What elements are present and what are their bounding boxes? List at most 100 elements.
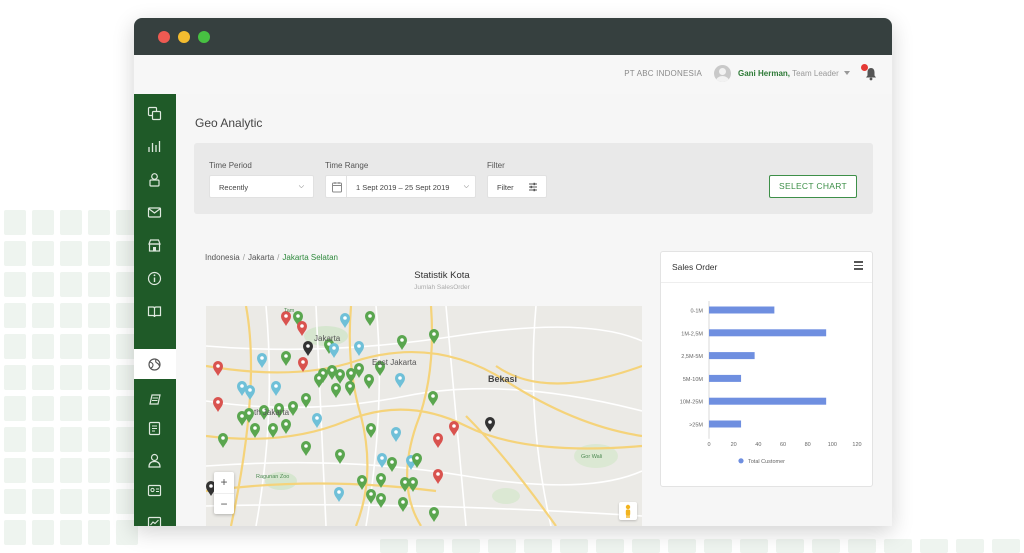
bar[interactable] [709, 374, 742, 382]
background-square [88, 427, 110, 452]
background-square [812, 539, 840, 553]
time-period-select[interactable]: Recently ⌵ [209, 175, 314, 198]
map-label-bekasi: Bekasi [488, 374, 518, 384]
background-square [4, 427, 26, 452]
background-square [956, 539, 984, 553]
sidebar-item-analytics[interactable] [134, 131, 176, 161]
chevron-down-icon: ⌵ [463, 183, 469, 190]
browser-window: PT ABC INDONESIA Gani Herman, Team Leade… [134, 18, 892, 526]
bar[interactable] [709, 420, 742, 428]
filter-button[interactable]: Filter [487, 175, 547, 198]
avatar[interactable] [714, 65, 731, 82]
bar[interactable] [709, 397, 827, 405]
person-icon [148, 453, 161, 468]
y-tick-label: 2,5M-5M [681, 354, 703, 360]
background-square [88, 458, 110, 483]
map-label-taman: Tam [284, 308, 295, 314]
background-square [32, 241, 54, 266]
background-square [452, 539, 480, 553]
sidebar-item-book[interactable] [134, 296, 176, 326]
calendar-icon [332, 182, 342, 193]
zoom-in-button[interactable]: + [214, 472, 234, 494]
bar[interactable] [709, 329, 827, 337]
user-menu[interactable]: Gani Herman, Team Leader [738, 69, 839, 78]
background-square [596, 539, 624, 553]
background-square [60, 427, 82, 452]
chevron-down-icon: ⌵ [298, 183, 304, 190]
x-tick-label: 40 [755, 442, 761, 448]
time-period-value: Recently [219, 183, 249, 192]
sidebar-item-documents[interactable] [134, 413, 176, 443]
chevron-down-icon[interactable] [844, 71, 850, 75]
bar-chart: 0-1M 1M-2,5M 2,5M-5M 5M-10M 10M-25M >25M 0 20 40… [680, 301, 862, 465]
x-tick-label: 20 [731, 442, 737, 448]
sidebar-item-people[interactable] [134, 445, 176, 475]
breadcrumb-separator: / [242, 253, 245, 262]
book-icon [147, 306, 162, 318]
street-view-button[interactable] [619, 502, 637, 520]
sidebar-item-store[interactable] [134, 230, 176, 260]
sidebar-item-finance[interactable] [134, 384, 176, 414]
sidebar-item-copy[interactable] [134, 98, 176, 128]
calendar-button[interactable] [325, 175, 347, 198]
breadcrumb-item-jakarta[interactable]: Jakarta [248, 253, 274, 262]
background-square [776, 539, 804, 553]
notification-badge [861, 64, 868, 71]
store-icon [148, 239, 161, 252]
background-square [32, 489, 54, 514]
select-chart-button[interactable]: SELECT CHART [769, 175, 857, 198]
map-label-jakarta: Jakarta [314, 334, 341, 343]
document-icon [148, 421, 161, 436]
map-label-south-jakarta: th Jakarta [254, 408, 290, 417]
filter-panel: Time Period Recently ⌵ Time Range 1 Sept… [194, 143, 873, 214]
background-square [884, 539, 912, 553]
background-square [32, 396, 54, 421]
time-range-select[interactable]: 1 Sept 2019 – 25 Sept 2019 ⌵ [347, 175, 476, 198]
user-lock-icon [149, 173, 160, 187]
background-square [60, 458, 82, 483]
sidebar-item-reports[interactable] [134, 507, 176, 526]
background-square [60, 210, 82, 235]
time-range-value: 1 Sept 2019 – 25 Sept 2019 [356, 183, 450, 192]
map-label-ragunan: Ragunan Zoo [256, 474, 290, 480]
user-name: Gani Herman, [738, 69, 791, 78]
money-icon [149, 394, 161, 405]
time-period-label: Time Period [209, 161, 252, 170]
background-square [4, 520, 26, 545]
y-tick-label: 0-1M [690, 309, 703, 315]
background-square [88, 489, 110, 514]
background-square [60, 303, 82, 328]
breadcrumb-item-jakarta-selatan: Jakarta Selatan [282, 253, 338, 262]
background-square [4, 303, 26, 328]
map-view[interactable]: Jakarta East Jakarta Bekasi th Jakarta R… [206, 306, 642, 526]
background-square [416, 539, 444, 553]
sidebar-item-users[interactable] [134, 164, 176, 194]
sidebar-item-mail[interactable] [134, 197, 176, 227]
background-square [4, 458, 26, 483]
background-pattern-bottom [380, 525, 1020, 553]
breadcrumb-item-indonesia[interactable]: Indonesia [205, 253, 240, 262]
background-square [4, 396, 26, 421]
x-tick-label: 80 [805, 442, 811, 448]
background-square [88, 241, 110, 266]
sidebar-item-geo-analytic[interactable] [134, 349, 176, 379]
maximize-window-button[interactable] [198, 31, 210, 43]
sidebar-item-contacts[interactable] [134, 475, 176, 505]
minimize-window-button[interactable] [178, 31, 190, 43]
bar[interactable] [709, 352, 755, 360]
sidebar-item-info[interactable] [134, 263, 176, 293]
breadcrumb: Indonesia / Jakarta / Jakarta Selatan [205, 253, 338, 262]
background-square [60, 334, 82, 359]
mail-icon [147, 207, 162, 218]
background-square [88, 272, 110, 297]
background-square [704, 539, 732, 553]
background-square [632, 539, 660, 553]
background-square [32, 334, 54, 359]
close-window-button[interactable] [158, 31, 170, 43]
zoom-out-button[interactable]: − [214, 494, 234, 515]
y-tick-label: 10M-25M [680, 400, 704, 406]
bar[interactable] [709, 306, 775, 314]
background-square [60, 489, 82, 514]
copy-icon [147, 106, 162, 121]
background-square [4, 210, 26, 235]
